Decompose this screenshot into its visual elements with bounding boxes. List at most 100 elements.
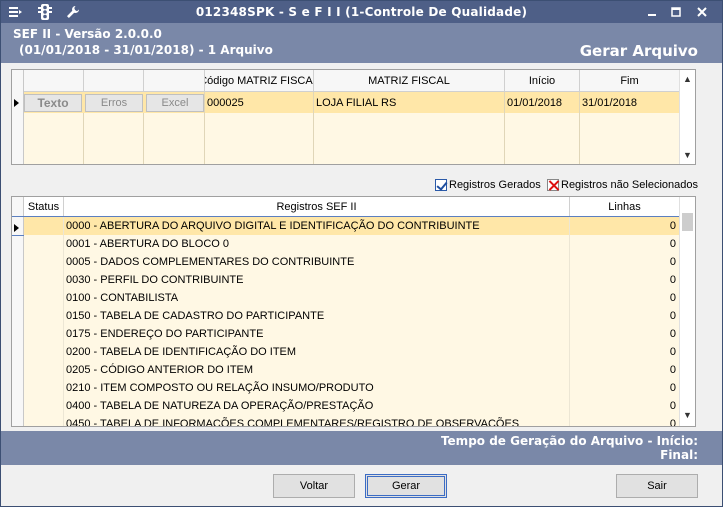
table-row[interactable]: 0005 - DADOS COMPLEMENTARES DO CONTRIBUI… xyxy=(12,253,680,271)
status-cell xyxy=(24,361,64,379)
status-cell xyxy=(24,415,64,426)
empty-cell xyxy=(314,113,505,164)
excel-button[interactable]: Excel xyxy=(146,94,204,112)
files-grid: Código MATRIZ FISCAL MATRIZ FISCAL Iníci… xyxy=(11,69,696,165)
page-title: Gerar Arquivo xyxy=(579,42,698,60)
status-cell xyxy=(24,307,64,325)
table-row[interactable]: 0200 - TABELA DE IDENTIFICAÇÃO DO ITEM 0 xyxy=(12,343,680,361)
generation-time-end-label: Final: xyxy=(660,448,698,462)
status-cell xyxy=(24,253,64,271)
status-cell xyxy=(24,271,64,289)
linhas-cell: 0 xyxy=(570,343,680,361)
cell-codigo[interactable]: 000025 xyxy=(205,92,314,113)
scroll-down-icon[interactable]: ▼ xyxy=(680,408,695,422)
header-matriz[interactable]: MATRIZ FISCAL xyxy=(314,70,505,92)
close-icon[interactable] xyxy=(693,4,711,20)
linhas-cell: 0 xyxy=(570,289,680,307)
red-x-icon[interactable] xyxy=(547,179,559,191)
table-row[interactable]: 0175 - ENDEREÇO DO PARTICIPANTE 0 xyxy=(12,325,680,343)
registro-cell: 0205 - CÓDIGO ANTERIOR DO ITEM xyxy=(64,361,570,379)
current-row-arrow-icon xyxy=(14,99,19,107)
cell-fim[interactable]: 31/01/2018 xyxy=(580,92,680,113)
status-cell xyxy=(24,217,64,235)
linhas-cell: 0 xyxy=(570,397,680,415)
linhas-cell: 0 xyxy=(570,271,680,289)
empty-cell xyxy=(24,113,84,164)
table-row[interactable]: 0205 - CÓDIGO ANTERIOR DO ITEM 0 xyxy=(12,361,680,379)
table-row[interactable]: 0400 - TABELA DE NATUREZA DA OPERAÇÃO/PR… xyxy=(12,397,680,415)
header-codigo[interactable]: Código MATRIZ FISCAL xyxy=(205,70,314,92)
header-band: SEF II - Versão 2.0.0.0 (01/01/2018 - 31… xyxy=(1,23,722,63)
registro-cell: 0210 - ITEM COMPOSTO OU RELAÇÃO INSUMO/P… xyxy=(64,379,570,397)
records-grid: Status Registros SEF II Linhas 0000 - AB… xyxy=(11,196,696,427)
empty-cell xyxy=(205,113,314,164)
header-registros[interactable]: Registros SEF II xyxy=(64,197,570,217)
registro-cell: 0030 - PERFIL DO CONTRIBUINTE xyxy=(64,271,570,289)
scroll-down-icon[interactable]: ▼ xyxy=(680,148,695,162)
linhas-cell: 0 xyxy=(570,325,680,343)
header-status[interactable]: Status xyxy=(24,197,64,217)
generation-time-start-label: Tempo de Geração do Arquivo - Início: xyxy=(440,434,698,448)
files-grid-table: Código MATRIZ FISCAL MATRIZ FISCAL Iníci… xyxy=(12,70,680,164)
window-title: 012348SPK - S e F I I (1-Controle De Qua… xyxy=(195,5,528,19)
registro-cell: 0150 - TABELA DE CADASTRO DO PARTICIPANT… xyxy=(64,307,570,325)
table-row[interactable]: 0210 - ITEM COMPOSTO OU RELAÇÃO INSUMO/P… xyxy=(12,379,680,397)
registro-cell: 0200 - TABELA DE IDENTIFICAÇÃO DO ITEM xyxy=(64,343,570,361)
status-cell xyxy=(24,397,64,415)
header-cell xyxy=(24,70,84,92)
empty-cell xyxy=(144,113,205,164)
linhas-cell: 0 xyxy=(570,415,680,426)
linhas-cell: 0 xyxy=(570,235,680,253)
maximize-icon[interactable] xyxy=(667,4,685,20)
header-cell xyxy=(144,70,205,92)
linhas-cell: 0 xyxy=(570,379,680,397)
registro-cell: 0400 - TABELA DE NATUREZA DA OPERAÇÃO/PR… xyxy=(64,397,570,415)
checkbox-checked-icon[interactable] xyxy=(435,179,447,191)
gerar-button[interactable]: Gerar xyxy=(365,474,447,498)
registros-gerados-label: Registros Gerados xyxy=(449,179,541,191)
registro-cell: 0001 - ABERTURA DO BLOCO 0 xyxy=(64,235,570,253)
minimize-icon[interactable] xyxy=(643,4,661,20)
app-window: 012348SPK - S e F I I (1-Controle De Qua… xyxy=(0,0,723,507)
registro-cell: 0450 - TABELA DE INFORMAÇÕES COMPLEMENTA… xyxy=(64,415,570,426)
table-row[interactable]: 0000 - ABERTURA DO ARQUIVO DIGITAL E IDE… xyxy=(12,216,681,236)
registro-cell: 0100 - CONTABILISTA xyxy=(64,289,570,307)
voltar-button[interactable]: Voltar xyxy=(273,474,355,498)
title-bar: 012348SPK - S e F I I (1-Controle De Qua… xyxy=(1,1,722,23)
table-row[interactable]: 0150 - TABELA DE CADASTRO DO PARTICIPANT… xyxy=(12,307,680,325)
table-row[interactable]: 0030 - PERFIL DO CONTRIBUINTE 0 xyxy=(12,271,680,289)
registros-gerados-toggle[interactable]: Registros Gerados xyxy=(435,178,541,192)
registro-cell: 0000 - ABERTURA DO ARQUIVO DIGITAL E IDE… xyxy=(64,217,570,235)
registros-nao-selecionados-label: Registros não Selecionados xyxy=(561,179,698,191)
header-inicio[interactable]: Início xyxy=(505,70,580,92)
erros-button[interactable]: Erros xyxy=(85,94,143,112)
texto-button[interactable]: Texto xyxy=(24,94,82,112)
scroll-up-icon[interactable]: ▲ xyxy=(680,72,695,86)
scroll-thumb[interactable] xyxy=(682,213,693,231)
header-cell xyxy=(84,70,144,92)
registros-nao-selecionados-toggle[interactable]: Registros não Selecionados xyxy=(547,178,698,192)
linhas-cell: 0 xyxy=(570,361,680,379)
empty-cell xyxy=(580,113,680,164)
status-cell xyxy=(24,325,64,343)
linhas-cell: 0 xyxy=(570,253,680,271)
table-row[interactable]: 0100 - CONTABILISTA 0 xyxy=(12,289,680,307)
footer-band: Tempo de Geração do Arquivo - Início: Fi… xyxy=(1,431,722,465)
version-label: SEF II - Versão 2.0.0.0 xyxy=(13,27,162,41)
cell-inicio[interactable]: 01/01/2018 xyxy=(505,92,580,113)
cell-matriz[interactable]: LOJA FILIAL RS xyxy=(314,92,505,113)
empty-cell xyxy=(505,113,580,164)
status-cell xyxy=(24,343,64,361)
files-grid-scrollbar[interactable]: ▲ ▼ xyxy=(679,70,695,164)
sair-button[interactable]: Sair xyxy=(616,474,698,498)
header-fim[interactable]: Fim xyxy=(580,70,680,92)
records-grid-scrollbar[interactable]: ▼ xyxy=(679,197,695,426)
linhas-cell: 0 xyxy=(570,217,680,235)
registro-cell: 0175 - ENDEREÇO DO PARTICIPANTE xyxy=(64,325,570,343)
status-cell xyxy=(24,379,64,397)
table-row[interactable]: 0001 - ABERTURA DO BLOCO 0 0 xyxy=(12,235,680,253)
status-cell xyxy=(24,235,64,253)
table-row[interactable]: 0450 - TABELA DE INFORMAÇÕES COMPLEMENTA… xyxy=(12,415,680,426)
empty-cell xyxy=(84,113,144,164)
header-linhas[interactable]: Linhas xyxy=(570,197,680,217)
